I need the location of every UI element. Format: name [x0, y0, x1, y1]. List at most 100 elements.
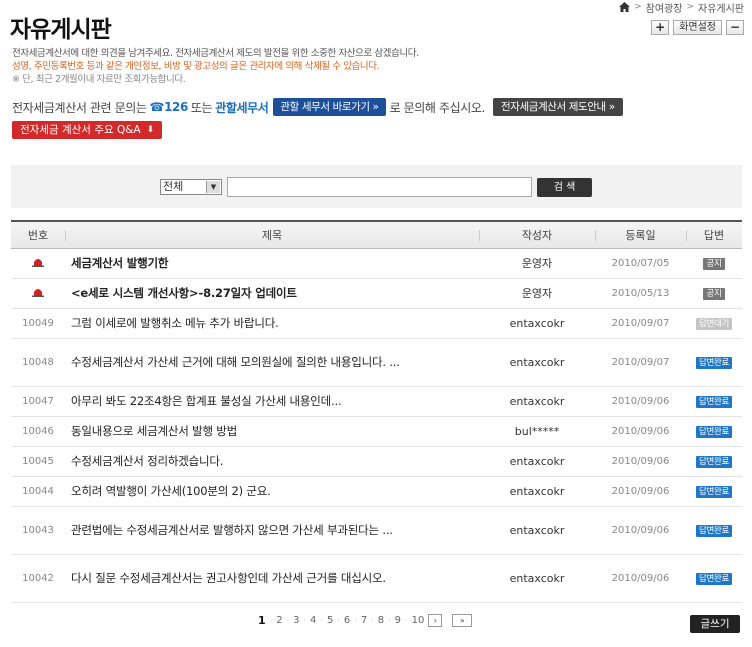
tax-office-link-button[interactable]: 관할 세무서 바로가기 » [273, 98, 386, 116]
header-author: 작성자 [479, 220, 595, 249]
row-author: entaxcokr [479, 338, 595, 387]
table-row[interactable]: 10046 동일내용으로 세금계산서 발행 방법 bul***** 2010/09/0… [11, 416, 742, 447]
minus-button[interactable]: − [726, 20, 744, 35]
breadcrumb: > 참여광장 > 자유게시판 [619, 0, 744, 15]
notice-line-2: 성명, 주민등록번호 등과 같은 개인정보, 비방 및 광고성의 글은 관리자에… [12, 61, 380, 72]
next-page-button[interactable]: › [428, 614, 443, 627]
screen-settings-button[interactable]: 화면설정 [673, 20, 722, 35]
notice-line-1: 전자세금계산서에 대한 의견을 남겨주세요. 전자세금계산서 제도의 발전을 위… [12, 48, 419, 59]
search-bar: 전체 ▼ 검 색 [11, 165, 742, 208]
row-date: 2010/09/06 [595, 416, 686, 447]
download-icon: ⬇ [146, 125, 155, 135]
header-number: 번호 [11, 220, 65, 249]
row-author: bul***** [479, 416, 595, 447]
table-row[interactable]: 10044 오히려 역발행이 가산세(100분의 2) 군요. entaxcokr 2… [11, 476, 742, 507]
qa-button-label: 전자세금 계산서 주요 Q&A [20, 124, 141, 136]
row-date: 2010/05/13 [595, 278, 686, 309]
inquiry-suffix: 로 문의해 주십시오. [389, 100, 486, 115]
row-number: 10049 [11, 308, 65, 339]
row-number: 10042 [11, 554, 65, 603]
breadcrumb-item-freeboard[interactable]: 자유게시판 [698, 0, 744, 15]
notice-row[interactable]: 세금계산서 발행기한 운영자 2010/07/05 공지 [11, 248, 742, 279]
page-link[interactable]: 5 [327, 615, 333, 626]
header-title: 제목 [65, 220, 479, 249]
row-number: 10044 [11, 476, 65, 507]
home-icon[interactable] [619, 2, 631, 12]
row-title-link[interactable]: 다시 질문 수정세금계산서는 권고사항인데 가산세 근거를 대십시오. [65, 554, 479, 603]
row-title-link[interactable]: 오히려 역발행이 가산세(100분의 2) 군요. [65, 476, 479, 507]
table-row[interactable]: 10043 관련법에는 수정세금계산서로 발행하지 않으면 가산세 부과된다는 .… [11, 506, 742, 555]
row-status: 답변대기 [686, 308, 742, 339]
row-status: 답변완료 [686, 338, 742, 387]
row-author: entaxcokr [479, 446, 595, 477]
page-separator: · [388, 616, 391, 625]
row-number: 10047 [11, 386, 65, 417]
page-link[interactable]: 9 [395, 615, 401, 626]
inquiry-prefix: 전자세금계산서 관련 문의는 [12, 100, 147, 115]
row-title-link[interactable]: 아무리 봐도 22조4항은 합계표 불성실 가산세 내용인데... [65, 386, 479, 417]
row-date: 2010/09/06 [595, 506, 686, 555]
search-input[interactable] [227, 177, 532, 197]
qa-button[interactable]: 전자세금 계산서 주요 Q&A ⬇ [12, 121, 163, 139]
breadcrumb-separator: > [686, 2, 694, 12]
page-link[interactable]: 10 [412, 615, 425, 626]
row-title-link[interactable]: 동일내용으로 세금계산서 발행 방법 [65, 416, 479, 447]
system-guide-button[interactable]: 전자세금계산서 제도안내 » [492, 98, 623, 116]
row-author: entaxcokr [479, 386, 595, 417]
notice-row[interactable]: <e세로 시스템 개선사항>-8.27일자 업데이트 운영자 2010/05/13 공… [11, 278, 742, 309]
page-title: 자유게시판 [10, 17, 112, 43]
last-page-button[interactable]: » [452, 614, 473, 627]
page-link[interactable]: 4 [310, 615, 316, 626]
page-separator: · [405, 616, 408, 625]
row-title-link[interactable]: 수정세금계산서 정리하겠습니다. [65, 446, 479, 477]
row-title-link[interactable]: <e세로 시스템 개선사항>-8.27일자 업데이트 [65, 278, 479, 309]
page-link[interactable]: 7 [361, 615, 367, 626]
status-badge: 답변완료 [695, 486, 733, 498]
page-link[interactable]: 1 [258, 614, 266, 627]
row-status: 답변완료 [686, 446, 742, 477]
row-title-link[interactable]: 수정세금계산서 가산세 근거에 대해 모의원실에 질의한 내용입니다. ... [65, 338, 479, 387]
table-row[interactable]: 10042 다시 질문 수정세금계산서는 권고사항인데 가산세 근거를 대십시오.… [11, 554, 742, 603]
page-link[interactable]: 8 [378, 615, 384, 626]
page-separator: · [337, 616, 340, 625]
row-date: 2010/09/07 [595, 338, 686, 387]
row-date: 2010/09/06 [595, 386, 686, 417]
table-row[interactable]: 10048 수정세금계산서 가산세 근거에 대해 모의원실에 질의한 내용입니다.… [11, 338, 742, 387]
table-row[interactable]: 10047 아무리 봐도 22조4항은 합계표 불성실 가산세 내용인데... en… [11, 386, 742, 417]
inquiry-office: 관할세무서 [215, 100, 269, 115]
notice-line-3: ※ 단, 최근 2개월이내 자료만 조회가능합니다. [12, 74, 186, 85]
page-separator: · [286, 616, 290, 625]
breadcrumb-item-participation[interactable]: 참여광장 [646, 0, 683, 15]
siren-icon [31, 287, 45, 297]
row-author: 운영자 [479, 248, 595, 279]
row-author: entaxcokr [479, 476, 595, 507]
row-date: 2010/07/05 [595, 248, 686, 279]
table-row[interactable]: 10049 그럼 이세로에 발행취소 메뉴 추가 바랍니다. entaxcokr 20… [11, 308, 742, 339]
row-author: entaxcokr [479, 506, 595, 555]
search-type-select[interactable]: 전체 ▼ [160, 179, 222, 195]
status-badge: 답변완료 [695, 573, 733, 585]
inquiry-middle: 또는 [190, 100, 213, 115]
search-button[interactable]: 검 색 [537, 178, 592, 197]
header-answer: 답변 [686, 220, 742, 249]
table-header-row: 번호 제목 작성자 등록일 답변 [11, 220, 742, 249]
row-title-link[interactable]: 그럼 이세로에 발행취소 메뉴 추가 바랍니다. [65, 308, 479, 339]
page-separator: · [371, 616, 374, 625]
status-badge: 답변완료 [695, 357, 733, 369]
top-buttons: + 화면설정 − [651, 20, 744, 35]
page-link[interactable]: 3 [293, 615, 299, 626]
row-author: entaxcokr [479, 308, 595, 339]
row-title-link[interactable]: 관련법에는 수정세금계산서로 발행하지 않으면 가산세 부과된다는 ... [65, 506, 479, 555]
write-button[interactable]: 글쓰기 [690, 615, 740, 633]
table-row[interactable]: 10045 수정세금계산서 정리하겠습니다. entaxcokr 2010/09/06… [11, 446, 742, 477]
page-link[interactable]: 2 [276, 615, 282, 626]
add-button[interactable]: + [651, 20, 670, 35]
row-date: 2010/09/06 [595, 446, 686, 477]
row-title-link[interactable]: 세금계산서 발행기한 [65, 248, 479, 279]
row-number [11, 248, 65, 279]
row-number: 10045 [11, 446, 65, 477]
status-badge: 공지 [703, 258, 725, 270]
page-link[interactable]: 6 [344, 615, 350, 626]
row-status: 답변완료 [686, 476, 742, 507]
row-number: 10048 [11, 338, 65, 387]
